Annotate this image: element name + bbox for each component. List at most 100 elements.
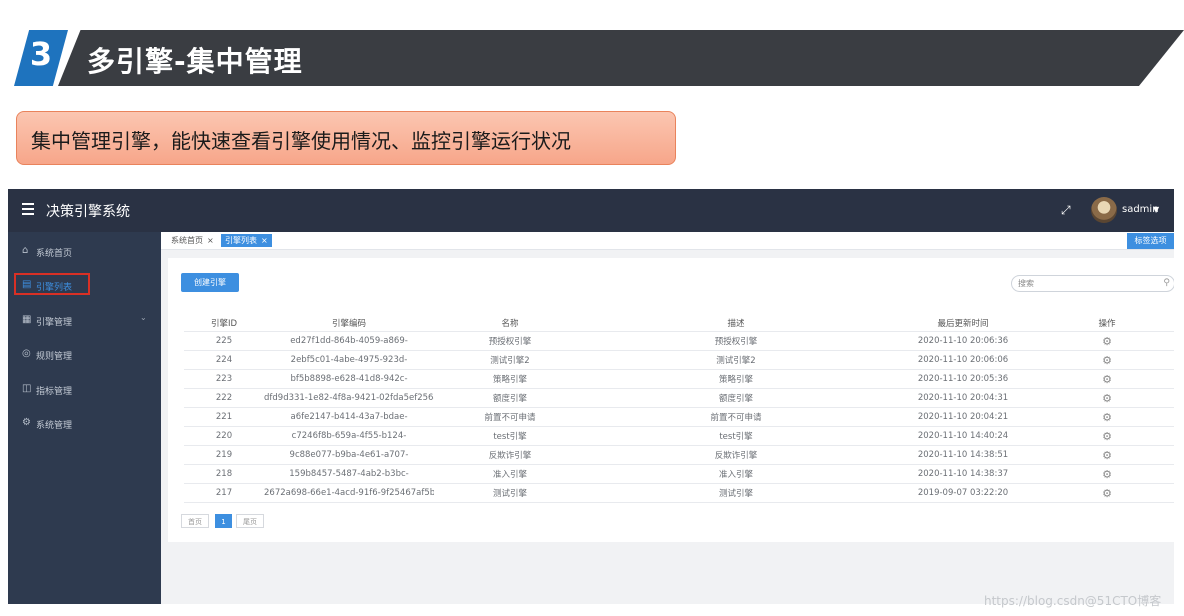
last-page-button[interactable]: 尾页 <box>236 514 264 528</box>
cell-updated: 2020-11-10 14:40:24 <box>886 426 1040 446</box>
cell-actions: ⚙ <box>1040 369 1174 389</box>
cell-name: 策略引擎 <box>434 369 586 389</box>
engine-table: 引擎ID 引擎编码 名称 描述 最后更新时间 操作 225 ed27f1dd-86… <box>184 314 1174 503</box>
cell-actions: ⚙ <box>1040 350 1174 370</box>
gear-icon[interactable]: ⚙ <box>1102 430 1112 443</box>
cell-actions: ⚙ <box>1040 445 1174 465</box>
cell-desc: 策略引擎 <box>586 369 886 389</box>
cell-id: 217 <box>184 483 264 503</box>
search-icon[interactable]: ⚲ <box>1163 278 1170 288</box>
cell-code: dfd9d331-1e82-4f8a-9421-02fda5ef2564 <box>264 388 434 408</box>
gear-icon[interactable]: ⚙ <box>1102 392 1112 405</box>
table-row: 221 a6fe2147-b414-43a7-bdae- 前置不可申请 前置不可申请 2… <box>184 407 1174 427</box>
cell-actions: ⚙ <box>1040 483 1174 503</box>
hamburger-icon[interactable] <box>22 203 34 217</box>
cell-actions: ⚙ <box>1040 331 1174 351</box>
cell-id: 221 <box>184 407 264 427</box>
top-bar: 决策引擎系统 ⤢ sadmin ▼ <box>8 189 1174 232</box>
caret-down-icon[interactable]: ▼ <box>1153 205 1159 214</box>
gear-icon[interactable]: ⚙ <box>1102 354 1112 367</box>
gear-icon: ⚙ <box>22 417 31 428</box>
close-icon[interactable]: × <box>207 236 214 245</box>
gear-icon[interactable]: ⚙ <box>1102 468 1112 481</box>
cell-desc: 前置不可申请 <box>586 407 886 427</box>
search-input[interactable] <box>1018 277 1148 290</box>
table-row: 217 2672a698-66e1-4acd-91f6-9f25467af5b0 测… <box>184 483 1174 503</box>
cell-code: c7246f8b-659a-4f55-b124- <box>264 426 434 446</box>
gear-icon[interactable]: ⚙ <box>1102 335 1112 348</box>
first-page-button[interactable]: 首页 <box>181 514 209 528</box>
cell-desc: 测试引擎 <box>586 483 886 503</box>
cell-updated: 2020-11-10 14:38:51 <box>886 445 1040 465</box>
col-header-actions: 操作 <box>1040 314 1174 332</box>
cell-name: 预授权引擎 <box>434 331 586 351</box>
sidebar-item-home[interactable]: ⌂ 系统首页 <box>8 241 161 265</box>
gear-icon[interactable]: ⚙ <box>1102 411 1112 424</box>
slide-title: 多引擎-集中管理 <box>87 45 303 78</box>
cell-name: test引擎 <box>434 426 586 446</box>
cell-name: 测试引擎 <box>434 483 586 503</box>
cell-code: ed27f1dd-864b-4059-a869- <box>264 331 434 351</box>
table-row: 224 2ebf5c01-4abe-4975-923d- 测试引擎2 测试引擎2 202… <box>184 350 1174 370</box>
avatar[interactable] <box>1091 197 1117 223</box>
cell-desc: 准入引擎 <box>586 464 886 484</box>
cell-desc: test引擎 <box>586 426 886 446</box>
col-header-id: 引擎ID <box>184 314 264 332</box>
col-header-code: 引擎编码 <box>264 314 434 332</box>
sidebar-item-system[interactable]: ⚙ 系统管理 <box>8 413 161 437</box>
book-icon: ◫ <box>22 383 32 394</box>
cell-name: 额度引擎 <box>434 388 586 408</box>
cell-code: 9c88e077-b9ba-4e61-a707- <box>264 445 434 465</box>
cell-desc: 额度引擎 <box>586 388 886 408</box>
cell-updated: 2019-09-07 03:22:20 <box>886 483 1040 503</box>
sidebar-item-label: 规则管理 <box>36 352 73 362</box>
cell-code: 159b8457-5487-4ab2-b3bc- <box>264 464 434 484</box>
cell-desc: 反欺诈引擎 <box>586 445 886 465</box>
cell-name: 测试引擎2 <box>434 350 586 370</box>
cell-updated: 2020-11-10 14:38:37 <box>886 464 1040 484</box>
sidebar-item-rules[interactable]: ◎ 规则管理 <box>8 344 161 368</box>
gear-icon[interactable]: ⚙ <box>1102 449 1112 462</box>
col-header-updated: 最后更新时间 <box>886 314 1040 332</box>
tab-engine-list[interactable]: 引擎列表 × <box>221 234 272 247</box>
sidebar-item-label: 引擎管理 <box>36 318 73 328</box>
sidebar-item-label: 指标管理 <box>36 387 73 397</box>
cell-id: 224 <box>184 350 264 370</box>
cell-updated: 2020-11-10 20:06:36 <box>886 331 1040 351</box>
home-icon: ⌂ <box>22 245 29 256</box>
cell-updated: 2020-11-10 20:06:06 <box>886 350 1040 370</box>
col-header-desc: 描述 <box>586 314 886 332</box>
cell-desc: 预授权引擎 <box>586 331 886 351</box>
sidebar-item-metrics[interactable]: ◫ 指标管理 <box>8 379 161 403</box>
cell-actions: ⚙ <box>1040 426 1174 446</box>
table-row: 225 ed27f1dd-864b-4059-a869- 预授权引擎 预授权引擎 202… <box>184 331 1174 351</box>
rules-icon: ◎ <box>22 348 31 359</box>
cell-updated: 2020-11-10 20:04:31 <box>886 388 1040 408</box>
fullscreen-icon[interactable]: ⤢ <box>1061 203 1071 218</box>
cell-actions: ⚙ <box>1040 388 1174 408</box>
sidebar-item-label: 系统首页 <box>36 249 73 259</box>
cell-id: 220 <box>184 426 264 446</box>
create-engine-button[interactable]: 创建引擎 <box>181 273 239 292</box>
cell-code: 2672a698-66e1-4acd-91f6-9f25467af5b0 <box>264 483 434 503</box>
cell-desc: 测试引擎2 <box>586 350 886 370</box>
cell-updated: 2020-11-10 20:04:21 <box>886 407 1040 427</box>
sidebar-item-engine-management[interactable]: ▦ 引擎管理 ⌄ <box>8 310 161 334</box>
sidebar-item-label: 系统管理 <box>36 421 73 431</box>
tags-options-button[interactable]: 标签选项 <box>1127 233 1174 249</box>
close-icon[interactable]: × <box>261 236 268 245</box>
tab-home[interactable]: 系统首页 × <box>167 234 218 247</box>
callout-box: 集中管理引擎，能快速查看引擎使用情况、监控引擎运行状况 <box>16 111 676 165</box>
col-header-name: 名称 <box>434 314 586 332</box>
cell-name: 前置不可申请 <box>434 407 586 427</box>
callout-text: 集中管理引擎，能快速查看引擎使用情况、监控引擎运行状况 <box>31 129 571 153</box>
table-row: 218 159b8457-5487-4ab2-b3bc- 准入引擎 准入引擎 2020-… <box>184 464 1174 484</box>
gear-icon[interactable]: ⚙ <box>1102 373 1112 386</box>
cell-id: 218 <box>184 464 264 484</box>
table-row: 219 9c88e077-b9ba-4e61-a707- 反欺诈引擎 反欺诈引擎 202… <box>184 445 1174 465</box>
cell-actions: ⚙ <box>1040 407 1174 427</box>
gear-icon[interactable]: ⚙ <box>1102 487 1112 500</box>
cell-id: 219 <box>184 445 264 465</box>
tab-label: 引擎列表 <box>225 236 257 245</box>
page-number-button[interactable]: 1 <box>215 514 232 528</box>
